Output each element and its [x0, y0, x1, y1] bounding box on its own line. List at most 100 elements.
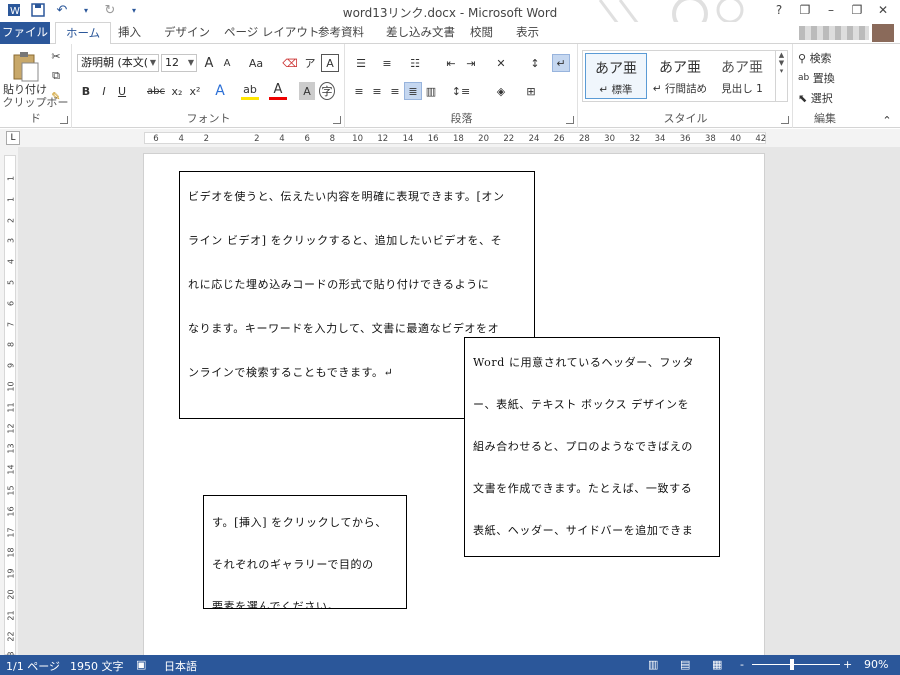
align-right-icon[interactable]: ≡ — [386, 82, 404, 100]
shrink-font-button[interactable]: A — [219, 54, 235, 72]
document-area[interactable]: ビデオを使うと、伝えたい内容を明確に表現できます。[オン ライン ビデオ] をク… — [18, 147, 900, 655]
horizontal-ruler[interactable]: L 6 4 2 2 4 6 8 10 12 14 16 18 20 22 24 26 28 30 32 34 36 38 4… — [0, 129, 900, 147]
text-line[interactable]: Word に用意されているヘッダー、フッタ — [473, 354, 694, 370]
text-line[interactable]: ビデオを使うと、伝えたい内容を明確に表現できます。[オン — [188, 188, 505, 204]
text-box-2[interactable]: Word に用意されているヘッダー、フッタ ー、表紙、テキスト ボックス デザイ… — [464, 337, 720, 557]
maximize-button[interactable]: ❐ — [844, 1, 870, 19]
style-gallery-scroll[interactable]: ▲ ▼ ▾ — [775, 51, 787, 101]
ruler-tick: 36 — [679, 134, 691, 144]
justify-icon[interactable]: ≣ — [404, 82, 422, 100]
avatar[interactable] — [872, 24, 894, 42]
bullets-icon[interactable]: ☰ — [350, 54, 372, 72]
window-buttons: ? ❐ – ❐ ✕ — [766, 1, 896, 19]
vertical-ruler[interactable]: 11234567891011121314151617181920212223 — [0, 147, 18, 662]
tab-view[interactable]: 表示 — [506, 22, 549, 44]
text-effects-icon[interactable]: A — [211, 82, 229, 100]
borders-icon[interactable]: ⊞ — [520, 82, 542, 100]
page-count[interactable]: 1/1 ページ — [6, 658, 60, 674]
find-button[interactable]: ⚲ 検索 — [798, 50, 854, 66]
close-button[interactable]: ✕ — [870, 1, 896, 19]
text-line[interactable]: 要素を選んでください。 — [212, 598, 339, 608]
grow-font-button[interactable]: A — [201, 54, 217, 72]
zoom-in-button[interactable]: + — [843, 658, 852, 671]
multilevel-list-icon[interactable]: ☷ — [404, 54, 426, 72]
tab-file[interactable]: ファイル — [0, 22, 50, 44]
tab-insert[interactable]: 挿入 — [108, 22, 151, 44]
text-line[interactable]: れに応じた埋め込みコードの形式で貼り付けできるように — [188, 276, 489, 292]
char-shading-icon[interactable]: A — [299, 82, 315, 100]
text-line[interactable]: す。[挿入] をクリックしてから、 — [212, 514, 387, 530]
font-launcher-icon[interactable] — [333, 116, 341, 124]
increase-indent-icon[interactable]: ⇥ — [462, 54, 480, 72]
subscript-button[interactable]: x₂ — [169, 82, 185, 100]
ribbon-display-button[interactable]: ❐ — [792, 1, 818, 19]
asian-layout-icon[interactable]: ✕ — [490, 54, 512, 72]
align-left-icon[interactable]: ≡ — [350, 82, 368, 100]
show-marks-icon[interactable]: ↵ — [552, 54, 570, 72]
font-size-combo[interactable]: 12 ▼ — [161, 54, 197, 72]
style-no-spacing[interactable]: あア亜 ↵ 行間詰め — [649, 53, 711, 99]
tab-selector[interactable]: L — [6, 131, 20, 145]
account-area[interactable] — [799, 24, 894, 42]
style-heading-1[interactable]: あア亜 見出し 1 — [711, 53, 773, 99]
zoom-slider[interactable] — [752, 664, 840, 665]
proofing-icon[interactable]: ▣ — [136, 658, 146, 671]
zoom-slider-thumb[interactable] — [790, 659, 794, 670]
strikethrough-button[interactable]: abc — [145, 82, 167, 100]
tab-mailings[interactable]: 差し込み文書 — [376, 22, 465, 44]
clipboard-launcher-icon[interactable] — [60, 116, 68, 124]
highlight-icon[interactable]: ab — [241, 82, 259, 100]
word-count[interactable]: 1950 文字 — [70, 658, 124, 674]
text-line[interactable]: 表紙、ヘッダー、サイドバーを追加できま — [473, 522, 693, 538]
web-layout-icon[interactable]: ▦ — [712, 658, 722, 671]
text-line[interactable]: なります。キーワードを入力して、文書に最適なビデオをオ — [188, 320, 499, 336]
text-line[interactable]: ー、表紙、テキスト ボックス デザインを — [473, 396, 689, 412]
clear-format-icon[interactable]: ⌫ — [281, 54, 299, 72]
distribute-icon[interactable]: ▥ — [422, 82, 440, 100]
decrease-indent-icon[interactable]: ⇤ — [442, 54, 460, 72]
text-line[interactable]: 組み合わせると、プロのようなできばえの — [473, 438, 693, 454]
shading-icon[interactable]: ◈ — [490, 82, 512, 100]
align-center-icon[interactable]: ≡ — [368, 82, 386, 100]
read-mode-icon[interactable]: ▥ — [648, 658, 658, 671]
print-layout-icon[interactable]: ▤ — [680, 658, 690, 671]
underline-button[interactable]: U — [115, 82, 129, 100]
minimize-button[interactable]: – — [818, 1, 844, 19]
replace-button[interactable]: ab 置換 — [798, 70, 854, 86]
word-window: W ↶ ▾ ↻ ▾ word13リンク.docx - Microsoft Wor… — [0, 0, 900, 675]
font-name-combo[interactable]: 游明朝 (本文(▼ — [77, 54, 159, 72]
tab-home[interactable]: ホーム — [55, 22, 112, 45]
text-line[interactable]: ンラインで検索することもできます。↵ — [188, 364, 393, 380]
phonetic-guide-icon[interactable]: ア — [301, 54, 319, 72]
italic-button[interactable]: I — [97, 82, 111, 100]
tab-references[interactable]: 参考資料 — [308, 22, 374, 44]
change-case-button[interactable]: Aa — [245, 54, 267, 72]
numbering-icon[interactable]: ≡ — [376, 54, 398, 72]
page[interactable]: ビデオを使うと、伝えたい内容を明確に表現できます。[オン ライン ビデオ] をク… — [143, 153, 765, 655]
tab-review[interactable]: 校閲 — [460, 22, 503, 44]
paragraph-launcher-icon[interactable] — [566, 116, 574, 124]
select-button[interactable]: ⬉ 選択 — [798, 90, 854, 106]
collapse-ribbon-icon[interactable]: ⌃ — [880, 114, 894, 127]
text-line[interactable]: ライン ビデオ] をクリックすると、追加したいビデオを、そ — [188, 232, 502, 248]
text-box-3[interactable]: す。[挿入] をクリックしてから、 それぞれのギャラリーで目的の 要素を選んでく… — [203, 495, 407, 609]
styles-launcher-icon[interactable] — [781, 116, 789, 124]
line-spacing-icon[interactable]: ↕≡ — [450, 82, 472, 100]
superscript-button[interactable]: x² — [187, 82, 203, 100]
zoom-level[interactable]: 90% — [864, 658, 888, 671]
zoom-out-button[interactable]: - — [740, 658, 744, 671]
help-button[interactable]: ? — [766, 1, 792, 19]
bold-button[interactable]: B — [79, 82, 93, 100]
style-normal[interactable]: あア亜 ↵ 標準 — [585, 53, 647, 99]
enclosed-char-icon[interactable]: 字 — [319, 82, 335, 100]
cut-icon[interactable]: ✂ — [48, 48, 64, 64]
sort-icon[interactable]: ↕ — [526, 54, 544, 72]
enclose-char-icon[interactable]: A — [321, 54, 339, 72]
tab-design[interactable]: デザイン — [154, 22, 220, 44]
text-line[interactable]: それぞれのギャラリーで目的の — [212, 556, 374, 572]
text-line[interactable]: 文書を作成できます。たとえば、一致する — [473, 480, 692, 496]
paste-icon[interactable] — [8, 50, 42, 84]
copy-icon[interactable]: ⧉ — [48, 68, 64, 84]
language[interactable]: 日本語 — [164, 658, 197, 674]
font-color-icon[interactable]: A — [269, 82, 287, 100]
